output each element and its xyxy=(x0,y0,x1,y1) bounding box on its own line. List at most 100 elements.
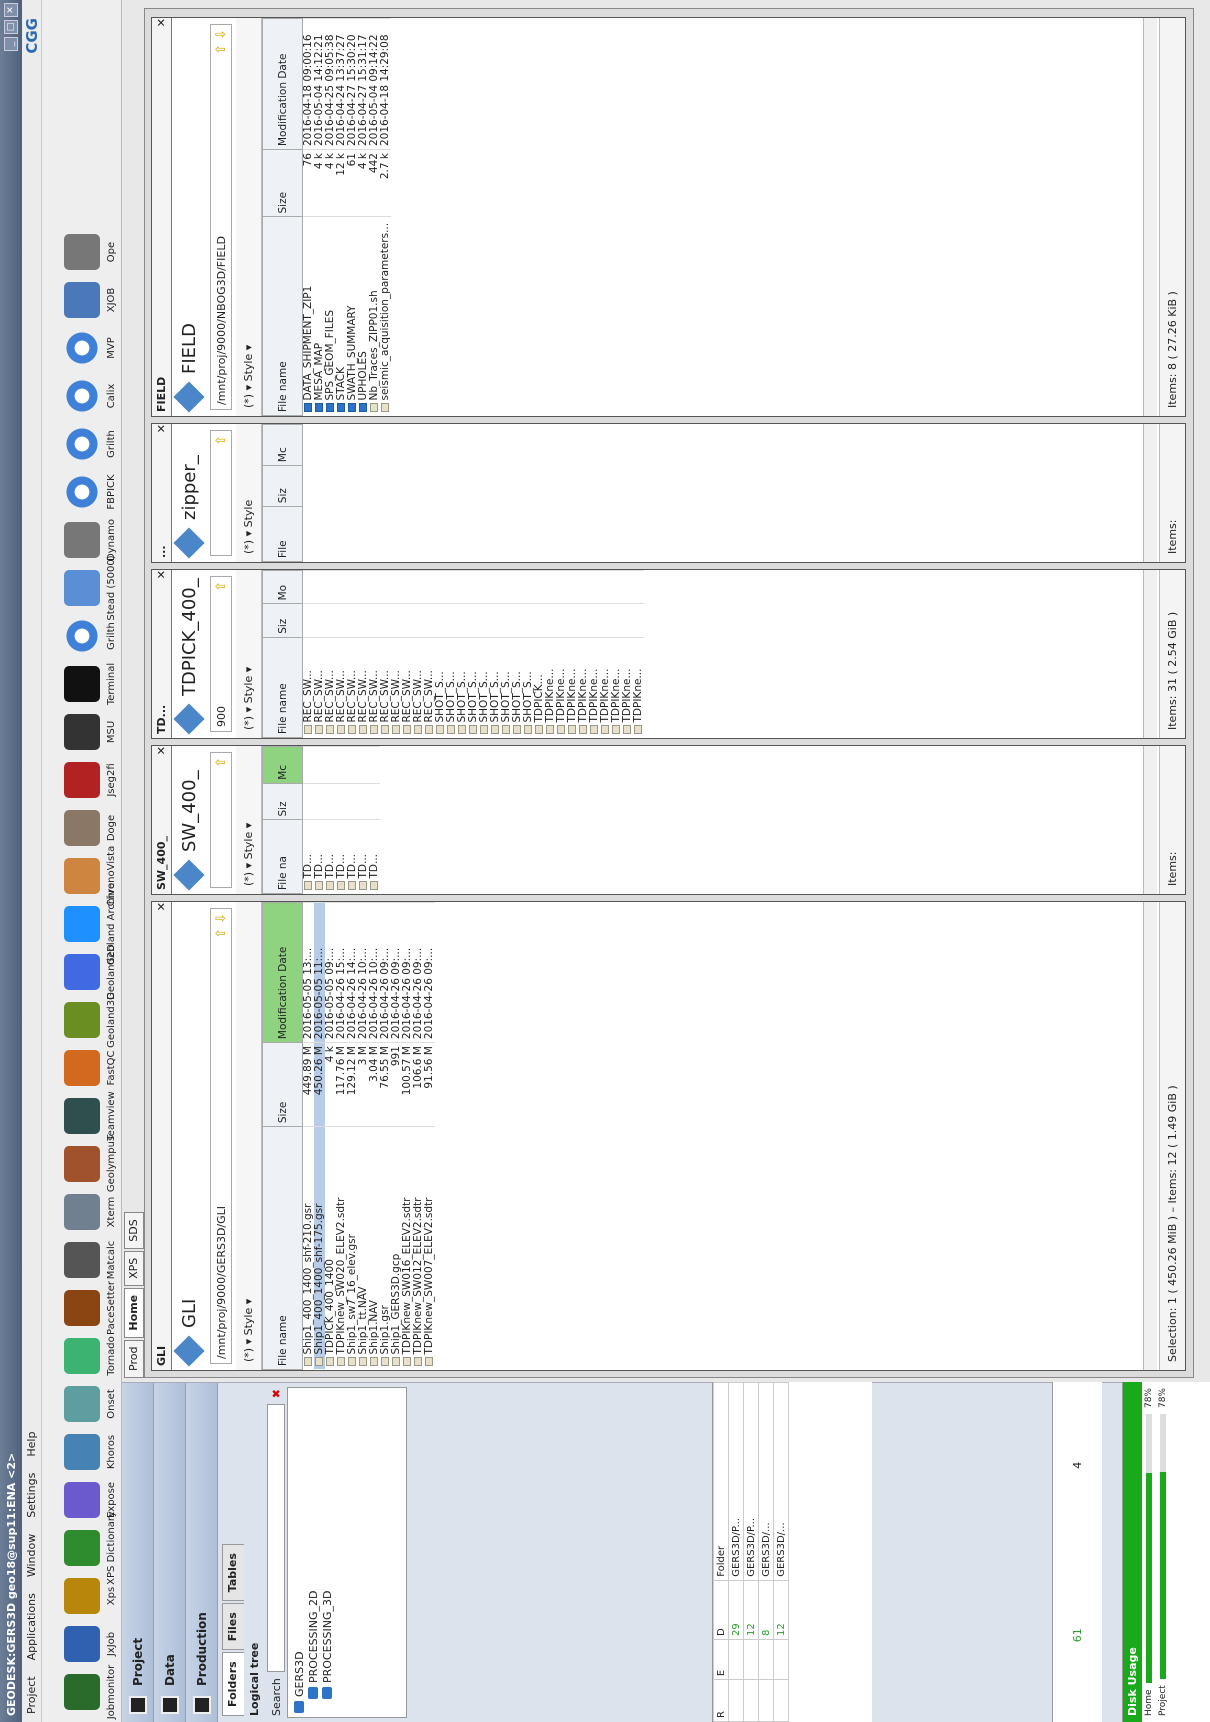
style-bar[interactable]: (*) ▾ Style xyxy=(236,424,262,562)
table-row[interactable]: TDPICK... xyxy=(534,570,545,738)
table-row[interactable]: TDPIKne... xyxy=(589,570,600,738)
table-row[interactable]: SHOT_S... xyxy=(523,570,534,738)
menu-help[interactable]: Help xyxy=(25,1424,38,1465)
table-row[interactable]: Ship1_sw7_16_elev.gsr 129.12 M 2016-04-26 … xyxy=(347,902,358,1370)
col-size[interactable]: Siz xyxy=(262,465,303,507)
launcher-onset[interactable]: Onset xyxy=(45,1380,121,1428)
launcher-msu[interactable]: MSU xyxy=(45,708,121,756)
col-modification-date[interactable]: Modification Date xyxy=(262,902,303,1043)
up-arrow-icon[interactable]: ⇧ xyxy=(214,757,229,768)
tab-files[interactable]: Files xyxy=(222,1603,244,1651)
launcher-expose[interactable]: Expose xyxy=(45,1476,121,1524)
col-file-name[interactable]: File xyxy=(262,506,303,562)
table-row[interactable]: TDPIKne... xyxy=(556,570,567,738)
col-modification-date[interactable]: Modification Date xyxy=(262,18,303,150)
down-arrow-icon[interactable]: ⇩ xyxy=(214,913,229,924)
style-bar[interactable]: (*) ▾ Style ▾ xyxy=(236,746,262,894)
pane-close-button[interactable]: ✕ xyxy=(155,902,168,911)
horizontal-scrollbar[interactable] xyxy=(1143,570,1157,738)
col-file-name[interactable]: File name xyxy=(262,1126,303,1370)
col-mod[interactable]: Mc xyxy=(262,746,303,784)
tab-tables[interactable]: Tables xyxy=(222,1544,244,1602)
table-row[interactable]: STACK 12 k 2016-04-24 13:37:27 xyxy=(336,18,347,416)
table-row[interactable]: SHOT_S... xyxy=(446,570,457,738)
table-row[interactable]: REC_SW... xyxy=(336,570,347,738)
launcher-tornado[interactable]: Tornado xyxy=(45,1332,121,1380)
up-arrow-icon[interactable]: ⇧ xyxy=(214,44,229,55)
table-row[interactable]: TD... xyxy=(347,746,358,894)
menu-project[interactable]: Project xyxy=(25,1668,38,1722)
table-row[interactable]: Nb_Traces_ZIPP01.sh 442 2016-05-04 09:14:2… xyxy=(369,18,380,416)
nav-production[interactable]: Production xyxy=(186,1383,218,1722)
launcher-xterm[interactable]: Xterm xyxy=(45,1188,121,1236)
pane-tab-label[interactable]: FIELD xyxy=(155,27,168,412)
style-bar[interactable]: (*) ▾ Style ▾ xyxy=(236,18,262,416)
pane-close-button[interactable]: ✕ xyxy=(155,570,168,579)
col-size[interactable]: Siz xyxy=(262,783,303,820)
col-file-name[interactable]: File name xyxy=(262,637,303,738)
table-row[interactable]: REC_SW... xyxy=(347,570,358,738)
search-input[interactable] xyxy=(267,1404,285,1673)
table-row[interactable]: TD... xyxy=(314,746,325,894)
table-row[interactable]: TDPIKne... xyxy=(545,570,556,738)
launcher-jxjob[interactable]: JxJob xyxy=(45,1620,121,1668)
table-row[interactable]: SWATH_SUMMARY 61 2016-04-27 15:30:20 xyxy=(347,18,358,416)
launcher-grilth[interactable]: Grilth xyxy=(45,420,121,468)
table-row[interactable]: MESA_MAP 4 k 2016-05-04 14:12:21 xyxy=(314,18,325,416)
col-d[interactable]: D xyxy=(713,1580,729,1640)
up-arrow-icon[interactable]: ⇧ xyxy=(214,928,229,939)
col-folder[interactable]: Folder xyxy=(713,1382,729,1581)
pane-tab-label[interactable]: ... xyxy=(155,433,168,558)
down-arrow-icon[interactable]: ⇩ xyxy=(214,29,229,40)
path-field[interactable]: ⇧ xyxy=(210,430,232,556)
launcher-dynamo[interactable]: Dynamo xyxy=(45,516,121,564)
table-row[interactable]: TD... xyxy=(336,746,347,894)
launcher-jobmonitor[interactable]: Jobmonitor xyxy=(45,1665,121,1719)
clear-search-icon[interactable]: ✖ xyxy=(270,1389,283,1398)
tree-node[interactable]: PROCESSING_2D xyxy=(306,1392,320,1713)
launcher-pacesetter[interactable]: PaceSetter xyxy=(45,1281,121,1335)
table-row[interactable]: TD... xyxy=(358,746,369,894)
close-button[interactable]: ✕ xyxy=(4,3,18,17)
pane-tab-label[interactable]: GLI xyxy=(155,911,168,1366)
table-row[interactable]: REC_SW... xyxy=(424,570,435,738)
table-row[interactable]: SHOT_S... xyxy=(457,570,468,738)
nav-project[interactable]: Project xyxy=(122,1383,154,1722)
table-row[interactable]: TDPIKne... xyxy=(567,570,578,738)
pane-close-button[interactable]: ✕ xyxy=(155,424,168,433)
pane-close-button[interactable]: ✕ xyxy=(155,746,168,755)
style-bar[interactable]: (*) ▾ Style ▾ xyxy=(236,570,262,738)
tab-home[interactable]: Home xyxy=(124,1287,144,1338)
table-row[interactable]: REC_SW... xyxy=(369,570,380,738)
table-row[interactable]: REC_SW... xyxy=(325,570,336,738)
launcher-geoland-archive[interactable]: Geoland Archive xyxy=(45,883,121,965)
menu-settings[interactable]: Settings xyxy=(25,1465,38,1526)
col-file-name[interactable]: File na xyxy=(262,820,303,894)
col-size[interactable]: Size xyxy=(262,1042,303,1127)
launcher-matcalc[interactable]: Matcalc xyxy=(45,1236,121,1284)
tree-node[interactable]: PROCESSING_3D xyxy=(320,1392,334,1713)
table-row[interactable]: Ship1.NAV 3.04 M 2016-04-26 10:... xyxy=(369,902,380,1370)
launcher-fastqc[interactable]: FastQC xyxy=(45,1044,121,1092)
up-arrow-icon[interactable]: ⇧ xyxy=(214,581,229,592)
table-row[interactable]: seismic_acquisition_parameters... 2.7 k 20… xyxy=(380,18,391,416)
table-row[interactable]: SHOT_S... xyxy=(490,570,501,738)
launcher-xjob[interactable]: XJOB xyxy=(45,276,121,324)
tab-folders[interactable]: Folders xyxy=(222,1652,244,1716)
table-row[interactable]: TD... xyxy=(302,746,314,894)
table-row[interactable]: REC_SW... xyxy=(358,570,369,738)
table-row[interactable]: TDPIKne... xyxy=(600,570,611,738)
path-field[interactable]: /mnt/proj/9000/NBOG3D/FIELD ⇧ ⇩ xyxy=(210,24,232,410)
tab-sds[interactable]: SDS xyxy=(124,1212,144,1249)
table-row[interactable]: UPHOLES 4 k 2016-04-27 15:31:17 xyxy=(358,18,369,416)
minimize-button[interactable]: _ xyxy=(4,37,18,51)
launcher-xps-dictionary[interactable]: XPS Dictionary xyxy=(45,1511,121,1585)
tree-node[interactable]: GERS3D xyxy=(292,1392,306,1713)
launcher-teamview[interactable]: Teamview xyxy=(45,1091,121,1141)
launcher-terminal[interactable]: Terminal xyxy=(45,660,121,708)
table-row[interactable]: TDPIKne... xyxy=(578,570,589,738)
pane-tab-label[interactable]: SW_400_ xyxy=(155,755,168,890)
col-e[interactable]: E xyxy=(713,1639,729,1680)
horizontal-scrollbar[interactable] xyxy=(1143,746,1157,894)
up-arrow-icon[interactable]: ⇧ xyxy=(214,435,229,446)
